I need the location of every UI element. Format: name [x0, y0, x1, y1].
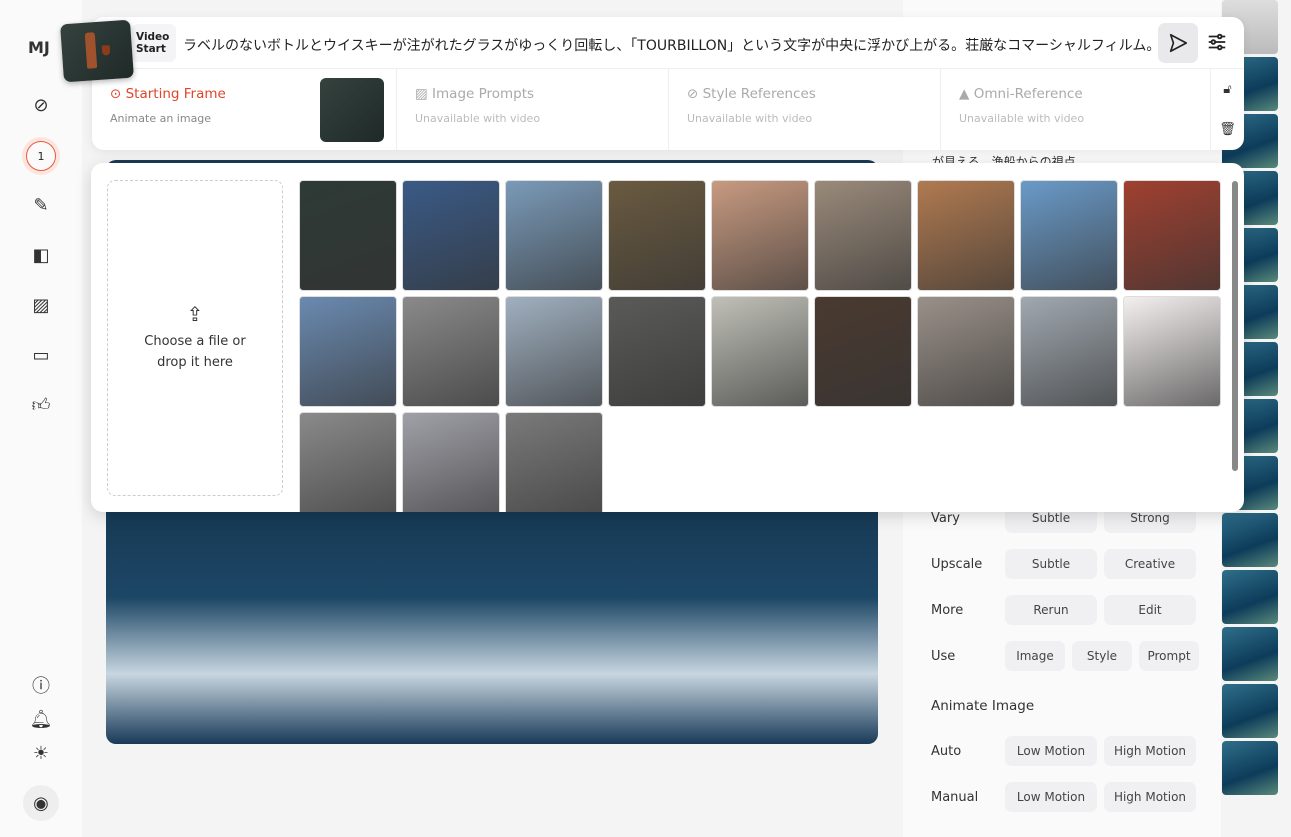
- tab-label: Starting Frame: [125, 86, 226, 102]
- image-thumbnail[interactable]: [505, 180, 603, 291]
- vary-label: Vary: [931, 510, 960, 526]
- image-thumbnail[interactable]: [299, 180, 397, 291]
- tab-image-prompts[interactable]: ▨ Image Prompts Unavailable with video: [397, 69, 669, 150]
- tab-actions: 🔓︎ 🗑︎: [1211, 69, 1244, 150]
- tab-omni-reference[interactable]: ▲ Omni-Reference Unavailable with video: [941, 69, 1211, 150]
- logo: MJ: [28, 38, 50, 57]
- image-icon: ▨: [415, 86, 433, 102]
- tab-subtitle: Unavailable with video: [415, 112, 541, 125]
- image-thumbnail[interactable]: [1020, 180, 1118, 291]
- image-thumbnail[interactable]: [402, 296, 500, 407]
- person-icon: ▲: [959, 86, 974, 102]
- auto-row: Auto Low Motion High Motion: [931, 736, 1203, 766]
- dropzone-text-1: Choose a file or: [144, 333, 246, 349]
- image-thumbnail[interactable]: [299, 296, 397, 407]
- image-thumbnail[interactable]: [402, 180, 500, 291]
- palette-icon[interactable]: ◧: [28, 242, 54, 268]
- tab-style-references[interactable]: ⊘ Style References Unavailable with video: [669, 69, 941, 150]
- dropzone-text-2: drop it here: [157, 354, 233, 370]
- image-thumbnail[interactable]: [1020, 296, 1118, 407]
- starting-frame-thumbnail[interactable]: [320, 78, 384, 142]
- notification-badge[interactable]: 1: [26, 141, 56, 171]
- history-thumb[interactable]: [1222, 741, 1278, 795]
- image-thumbnail[interactable]: [608, 180, 706, 291]
- help-icon[interactable]: ⓘ: [28, 672, 54, 698]
- unlock-icon[interactable]: 🔓︎: [1223, 82, 1231, 97]
- chat-icon[interactable]: ▭: [28, 342, 54, 368]
- manual-low-motion-button[interactable]: Low Motion: [1005, 782, 1097, 812]
- manual-row: Manual Low Motion High Motion: [931, 782, 1203, 812]
- image-thumbnail[interactable]: [917, 296, 1015, 407]
- image-thumbnail[interactable]: [1123, 180, 1221, 291]
- play-circle-icon: ⊙: [110, 86, 126, 102]
- history-thumb[interactable]: [1222, 684, 1278, 738]
- history-thumb[interactable]: [1222, 627, 1278, 681]
- tab-starting-frame[interactable]: ⊙ Starting Frame Animate an image: [92, 69, 397, 150]
- send-button[interactable]: [1158, 23, 1198, 63]
- file-dropzone[interactable]: ⇪ Choose a file or drop it here: [107, 180, 283, 496]
- image-thumbnail[interactable]: [608, 296, 706, 407]
- upscale-row: Upscale Subtle Creative: [931, 549, 1203, 579]
- video-start-label: Video Start: [132, 24, 176, 62]
- auto-low-motion-button[interactable]: Low Motion: [1005, 736, 1097, 766]
- image-thumbnail[interactable]: [299, 412, 397, 512]
- image-thumbnail[interactable]: [505, 296, 603, 407]
- thumbs-up-icon[interactable]: 👍︎: [28, 392, 54, 418]
- history-thumb[interactable]: [1222, 570, 1278, 624]
- use-label: Use: [931, 648, 956, 664]
- auto-label: Auto: [931, 743, 962, 759]
- image-grid: [299, 180, 1224, 512]
- sidebar: MJ ⊘ 1 ✎ ◧ ▨ ▭ 👍︎ ⓘ 🔔︎ ☀ ◉: [0, 0, 82, 837]
- compass-icon[interactable]: ⊘: [28, 92, 54, 118]
- image-thumbnail[interactable]: [402, 412, 500, 512]
- prompt-bar: Video Start ラベルのないボトルとウイスキーが注がれたグラスがゆっくり回…: [92, 17, 1244, 150]
- animate-image-heading: Animate Image: [931, 698, 1035, 714]
- user-icon[interactable]: ◉: [23, 785, 59, 821]
- video-start-thumbnail[interactable]: [60, 19, 134, 83]
- tab-subtitle: Unavailable with video: [687, 112, 813, 125]
- image-thumbnail[interactable]: [505, 412, 603, 512]
- upscale-creative-button[interactable]: Creative: [1104, 549, 1196, 579]
- use-image-button[interactable]: Image: [1005, 641, 1065, 671]
- sun-icon[interactable]: ☀: [28, 740, 54, 766]
- tab-label: Omni-Reference: [973, 86, 1083, 102]
- upscale-subtle-button[interactable]: Subtle: [1005, 549, 1097, 579]
- bell-icon[interactable]: 🔔︎: [28, 706, 54, 732]
- more-row: More Rerun Edit: [931, 595, 1203, 625]
- tab-label: Style References: [702, 86, 816, 102]
- prompt-input[interactable]: ラベルのないボトルとウイスキーが注がれたグラスがゆっくり回転し、「TOURBIL…: [183, 35, 1160, 55]
- trash-icon[interactable]: 🗑︎: [1219, 122, 1236, 137]
- manual-high-motion-button[interactable]: High Motion: [1104, 782, 1196, 812]
- edit-icon[interactable]: ✎: [28, 192, 54, 218]
- mode-label-1: Video: [136, 31, 170, 43]
- use-row: Use Image Style Prompt: [931, 641, 1206, 671]
- tab-subtitle: Unavailable with video: [959, 112, 1085, 125]
- image-thumbnail[interactable]: [711, 180, 809, 291]
- image-picker-panel: ⇪ Choose a file or drop it here: [91, 163, 1244, 512]
- use-prompt-button[interactable]: Prompt: [1139, 641, 1199, 671]
- upload-icon: ⇪: [186, 301, 204, 326]
- send-icon: [1169, 33, 1188, 53]
- rerun-button[interactable]: Rerun: [1005, 595, 1097, 625]
- image-thumbnail[interactable]: [1123, 296, 1221, 407]
- manual-label: Manual: [931, 789, 979, 805]
- image-icon[interactable]: ▨: [28, 292, 54, 318]
- more-label: More: [931, 602, 964, 618]
- paperclip-icon: ⊘: [687, 86, 703, 102]
- history-thumb[interactable]: [1222, 513, 1278, 567]
- auto-high-motion-button[interactable]: High Motion: [1104, 736, 1196, 766]
- tab-label: Image Prompts: [432, 86, 535, 102]
- upscale-label: Upscale: [931, 556, 983, 572]
- mode-label-2: Start: [136, 43, 166, 55]
- image-thumbnail[interactable]: [814, 296, 912, 407]
- image-thumbnail[interactable]: [711, 296, 809, 407]
- edit-button[interactable]: Edit: [1104, 595, 1196, 625]
- settings-sliders-icon[interactable]: [1206, 31, 1228, 57]
- image-thumbnail[interactable]: [917, 180, 1015, 291]
- use-style-button[interactable]: Style: [1072, 641, 1132, 671]
- image-thumbnail[interactable]: [814, 180, 912, 291]
- scrollbar[interactable]: [1232, 181, 1238, 471]
